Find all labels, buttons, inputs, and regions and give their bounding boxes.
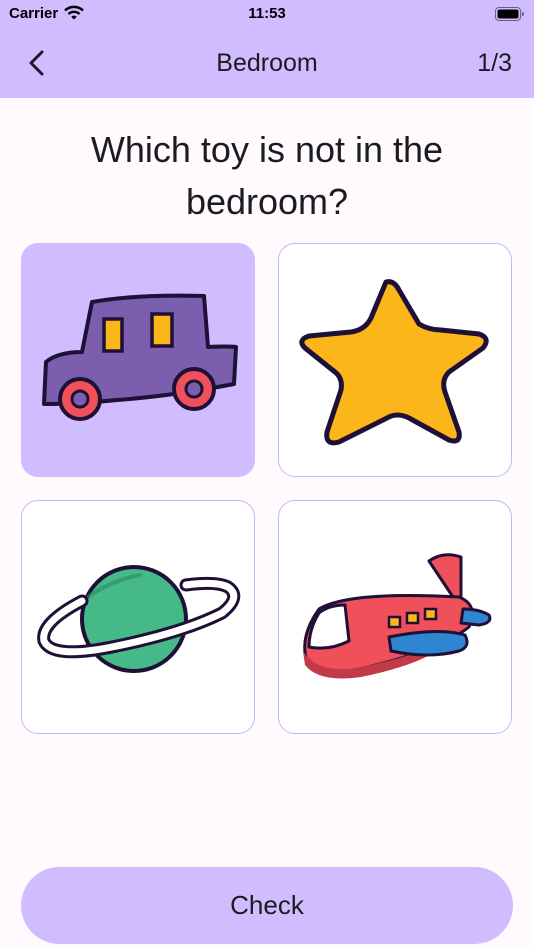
status-bar: Carrier 11:53 (0, 0, 534, 30)
progress-counter: 1/3 (477, 49, 512, 77)
top-app-bar: Carrier 11:53 Bedroom 1/3 (0, 0, 534, 98)
airplane-icon (303, 553, 492, 679)
option-card-planet[interactable] (21, 500, 255, 734)
option-card-airplane[interactable] (278, 500, 512, 734)
option-card-car[interactable] (21, 243, 255, 477)
option-card-star[interactable] (278, 243, 512, 477)
question-text: Which toy is not in the bedroom? (90, 129, 444, 222)
star-icon (299, 279, 489, 446)
toy-car-icon (42, 293, 238, 421)
check-button[interactable]: Check (21, 867, 513, 944)
planet-icon (37, 565, 241, 673)
clock-label: 11:53 (248, 5, 286, 22)
battery-icon (495, 7, 524, 21)
screen-title: Bedroom (216, 49, 318, 77)
